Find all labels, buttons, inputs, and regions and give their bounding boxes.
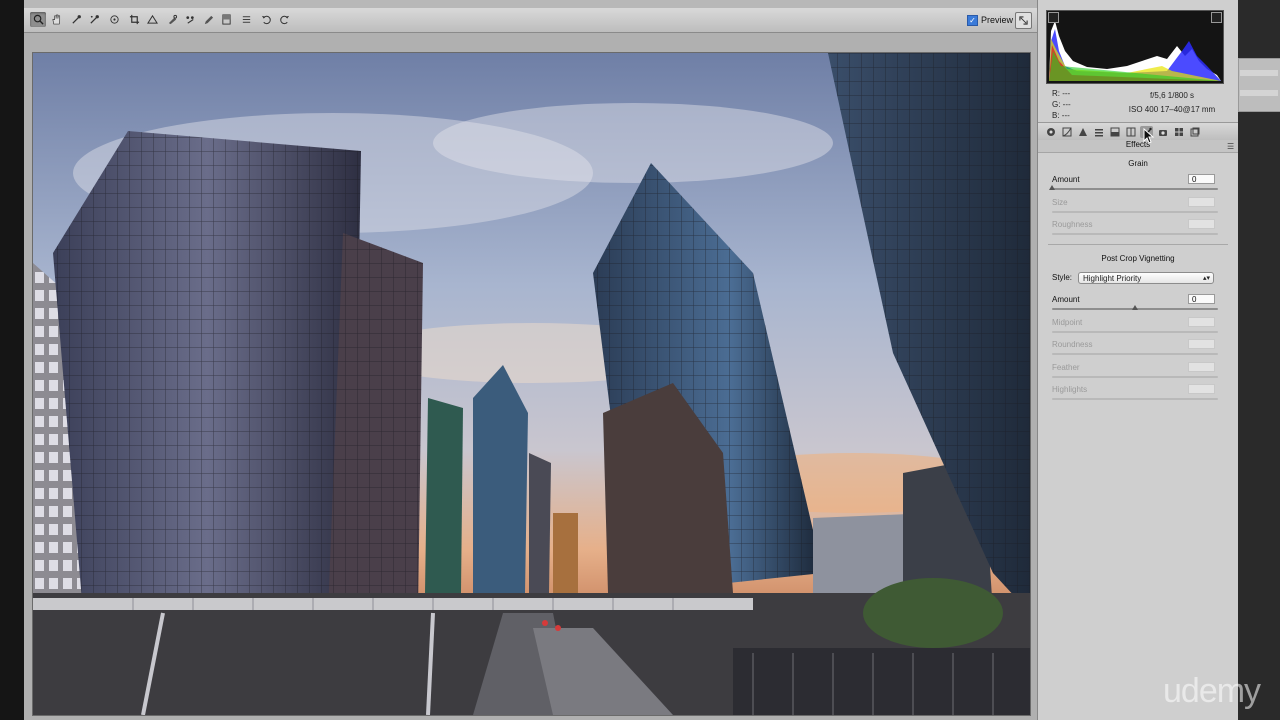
camera-calibration-icon[interactable] (1156, 126, 1169, 138)
snapshots-icon[interactable] (1188, 126, 1201, 138)
presets-icon[interactable] (1172, 126, 1185, 138)
photo-preview[interactable] (32, 52, 1031, 716)
city-skyline-photo (33, 53, 1030, 715)
shadow-clipping-toggle[interactable] (1048, 12, 1059, 23)
feather-value (1188, 362, 1215, 372)
zoom-icon[interactable] (30, 12, 46, 27)
grain-amount-slider[interactable] (1052, 188, 1218, 190)
vignetting-style-value: Highlight Priority (1083, 274, 1142, 283)
highlights-slider (1052, 398, 1218, 400)
roundness-slider (1052, 353, 1218, 355)
preview-checkbox[interactable]: ✓ (967, 14, 978, 26)
g-value: G: --- (1052, 100, 1071, 109)
vignette-amount-label: Amount (1052, 295, 1080, 304)
preview-toggle[interactable]: ✓ Preview (967, 13, 1013, 27)
roundness-value (1188, 339, 1215, 349)
basic-icon[interactable] (1044, 126, 1057, 138)
vignette-amount-thumb[interactable] (1132, 305, 1138, 310)
target-adjustment-icon[interactable] (106, 12, 122, 27)
background-ghost-line (1240, 90, 1278, 96)
tone-curve-icon[interactable] (1060, 126, 1073, 138)
adjustment-brush-icon[interactable] (200, 12, 216, 27)
chevron-updown-icon: ▴▾ (1202, 275, 1210, 282)
exif-readout: f/5,6 1/800 s ISO 400 17–40@17 mm (1122, 90, 1222, 115)
fullscreen-icon (1019, 16, 1028, 25)
iso-lens: ISO 400 17–40@17 mm (1128, 105, 1216, 114)
vignetting-heading: Post Crop Vignetting (1101, 254, 1175, 263)
histogram (1046, 10, 1224, 84)
roundness-label: Roundness (1052, 340, 1093, 349)
grain-amount-value[interactable]: 0 (1188, 174, 1215, 184)
feather-label: Feather (1052, 363, 1080, 372)
b-value: B: --- (1052, 111, 1070, 120)
grain-size-value (1188, 197, 1215, 207)
rotate-ccw-icon[interactable] (258, 12, 274, 27)
highlights-label: Highlights (1052, 385, 1088, 394)
grain-roughness-label: Roughness (1052, 220, 1093, 229)
camera-raw-window: ✓ Preview R: --- G: --- B: --- f/5,6 1/8… (24, 0, 1238, 720)
preview-label: Preview (981, 15, 1014, 25)
highlights-value (1188, 384, 1215, 394)
aperture-shutter: f/5,6 1/800 s (1149, 91, 1195, 100)
toolbar: ✓ Preview (24, 8, 1037, 33)
grain-amount-thumb[interactable] (1049, 185, 1055, 190)
grain-size-slider (1052, 211, 1218, 213)
rotate-cw-icon[interactable] (276, 12, 292, 27)
section-divider (1048, 244, 1228, 245)
midpoint-slider (1052, 331, 1218, 333)
panel-menu-icon[interactable]: ☰ (1227, 142, 1234, 151)
panel-tabs (1038, 122, 1238, 142)
background-ghost-line (1240, 70, 1278, 76)
background-window-ghost (1238, 58, 1280, 112)
midpoint-value (1188, 317, 1215, 327)
grain-roughness-slider (1052, 233, 1218, 235)
panel-title: Effects (1038, 140, 1238, 153)
white-balance-icon[interactable] (68, 12, 84, 27)
color-sampler-icon[interactable] (86, 12, 102, 27)
grain-size-label: Size (1052, 198, 1068, 207)
grain-amount-label: Amount (1052, 175, 1080, 184)
crop-icon[interactable] (126, 12, 142, 27)
adjustments-panel: R: --- G: --- B: --- f/5,6 1/800 s ISO 4… (1037, 0, 1238, 720)
highlight-clipping-toggle[interactable] (1211, 12, 1222, 23)
midpoint-label: Midpoint (1052, 318, 1083, 327)
hsl-icon[interactable] (1092, 126, 1105, 138)
rgb-readout: R: --- G: --- B: --- (1052, 88, 1071, 121)
vignetting-style-label: Style: (1052, 273, 1073, 282)
graduated-filter-icon[interactable] (218, 12, 234, 27)
straighten-icon[interactable] (144, 12, 160, 27)
udemy-watermark: udemy (1163, 672, 1261, 710)
feather-slider (1052, 376, 1218, 378)
vignetting-style-select[interactable]: Highlight Priority ▴▾ (1078, 272, 1214, 284)
fullscreen-button[interactable] (1015, 12, 1032, 29)
red-eye-icon[interactable] (182, 12, 198, 27)
mouse-cursor-icon (1143, 128, 1155, 144)
list-icon[interactable] (238, 12, 254, 27)
r-value: R: --- (1052, 89, 1071, 98)
grain-roughness-value (1188, 219, 1215, 229)
background-left-edge (0, 0, 24, 720)
vignette-amount-value[interactable]: 0 (1188, 294, 1215, 304)
lens-corrections-icon[interactable] (1124, 126, 1137, 138)
grain-heading: Grain (1128, 159, 1148, 168)
split-toning-icon[interactable] (1108, 126, 1121, 138)
hand-icon[interactable] (48, 12, 64, 27)
spot-removal-icon[interactable] (164, 12, 180, 27)
detail-icon[interactable] (1076, 126, 1089, 138)
